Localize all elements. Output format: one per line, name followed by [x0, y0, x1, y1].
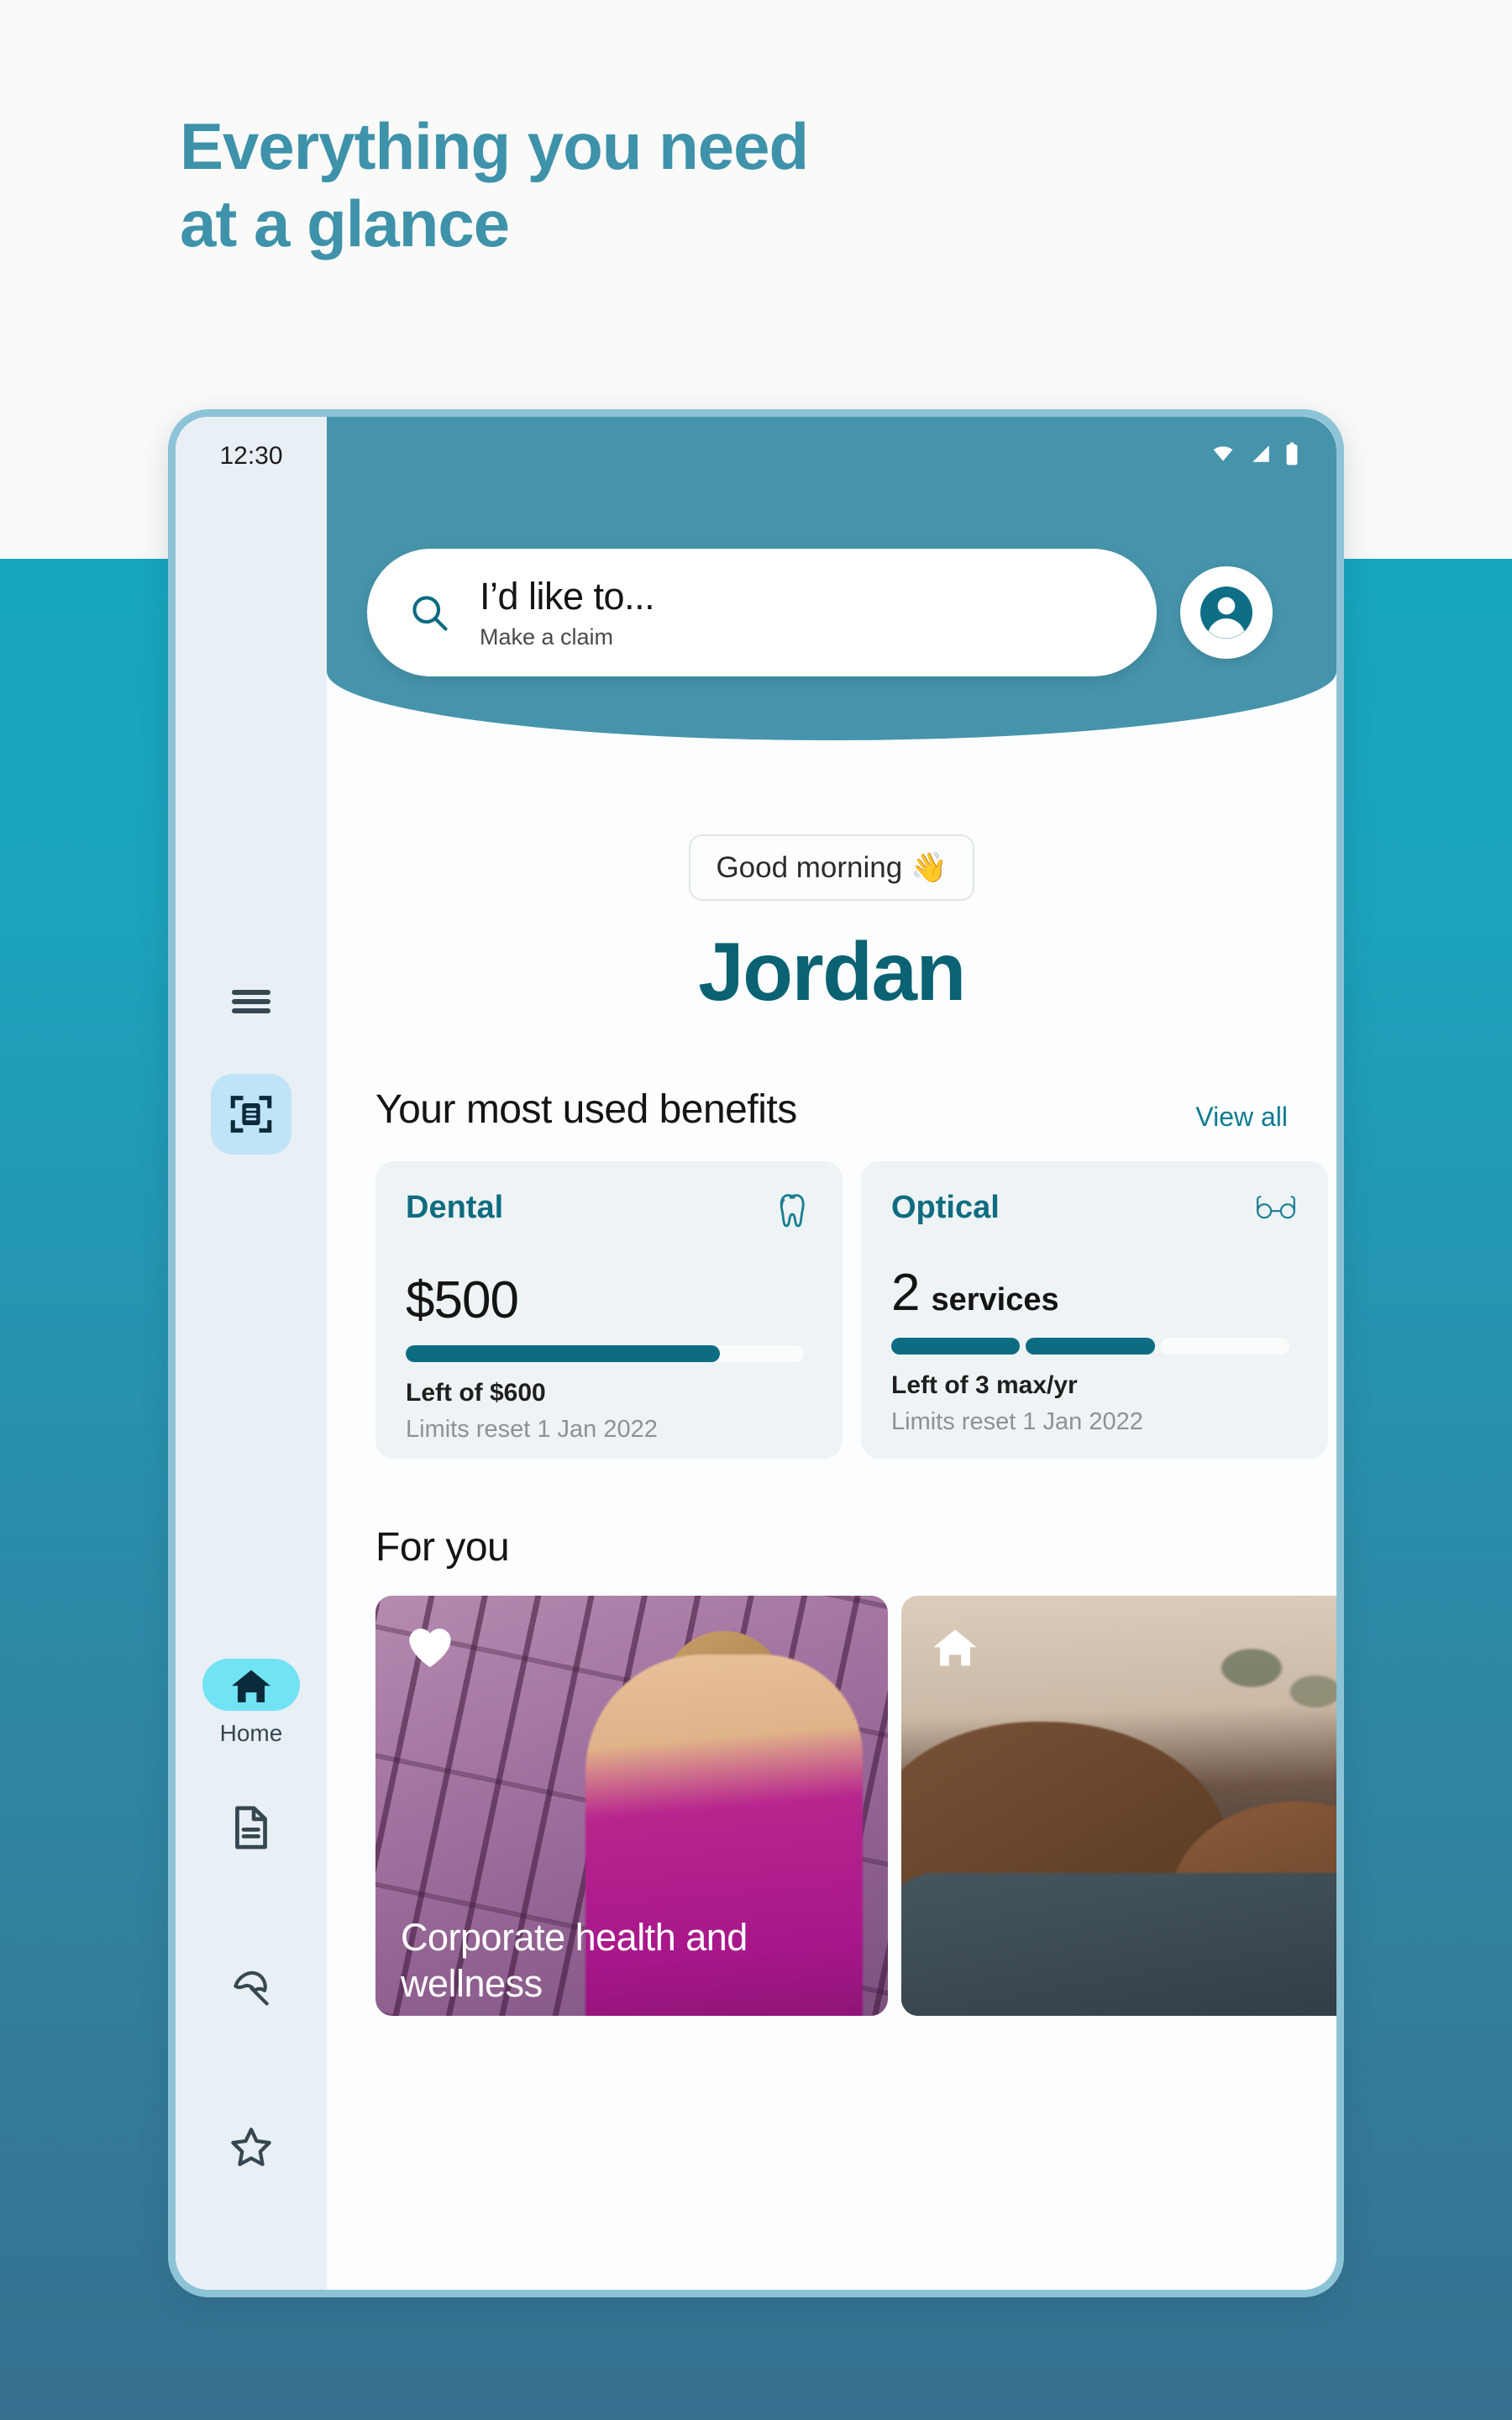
sidebar-item-leave[interactable]: [188, 1961, 314, 2023]
star-icon: [231, 2128, 271, 2166]
greeting-area: Good morning 👋: [327, 740, 1336, 901]
glasses-icon: [1257, 1196, 1295, 1219]
benefit-progress-fill: [406, 1345, 721, 1362]
benefit-card-reset-text: Limits reset 1 Jan 2022: [406, 1416, 658, 1443]
user-name: Jordan: [698, 925, 966, 1018]
gesture-home-indicator[interactable]: [680, 2267, 832, 2275]
tooth-icon: [780, 1194, 805, 1228]
for-you-section-title: For you: [375, 1525, 510, 1570]
sidebar-item-home-pill: [202, 1659, 300, 1711]
sidebar-item-home[interactable]: Home: [188, 1659, 314, 1747]
search-input-value: I’d like to...: [480, 575, 655, 618]
promo-headline-line-1: Everything you need: [180, 109, 809, 183]
battery-icon: [1286, 442, 1298, 466]
benefit-card-title: Dental: [406, 1190, 504, 1225]
greeting-pill: Good morning 👋: [689, 834, 974, 901]
phone-screen: I’d like to... Make a claim Good morning…: [176, 417, 1336, 2290]
benefit-card-left-text: Left of $600: [406, 1379, 546, 1407]
photo-detail-foliage: [1204, 1621, 1336, 1739]
benefit-card-reset-text: Limits reset 1 Jan 2022: [891, 1408, 1143, 1435]
benefit-card-title: Optical: [891, 1190, 1000, 1225]
promo-headline-line-2: at a glance: [180, 187, 510, 261]
sidebar-item-favourites[interactable]: [188, 2121, 314, 2182]
scan-document-icon: [230, 1096, 272, 1133]
sidebar-item-leave-pill: [202, 1961, 300, 2013]
scan-document-button[interactable]: [211, 1074, 291, 1155]
for-you-card-family[interactable]: [901, 1596, 1336, 2016]
search-suggestion: Make a claim: [480, 624, 614, 650]
heart-icon: [409, 1628, 451, 1668]
beach-umbrella-icon: [234, 1970, 269, 2006]
benefits-section-header: Your most used benefits View all: [327, 1086, 1336, 1133]
benefit-progress-segment: [1160, 1338, 1289, 1355]
benefit-progress-segment: [1026, 1338, 1155, 1355]
home-icon: [232, 1670, 270, 1702]
main-content: Good morning 👋 Jordan Your most used ben…: [327, 740, 1336, 2290]
sidebar-item-home-label: Home: [219, 1720, 283, 1746]
home-badge[interactable]: [932, 1624, 979, 1672]
hamburger-menu-button[interactable]: [211, 961, 291, 1042]
document-icon: [235, 1806, 267, 1849]
cell-signal-icon: [1252, 445, 1269, 462]
benefit-progress-segments: [891, 1338, 1289, 1355]
for-you-card-wellness[interactable]: Corporate health and wellness: [375, 1596, 888, 2016]
benefit-progress-bar: [406, 1345, 804, 1362]
benefits-card-carousel[interactable]: Dental $500 Left of $600 Limits reset 1 …: [327, 1161, 1336, 1459]
benefit-card-amount: $500: [406, 1271, 519, 1329]
photo-detail-shirt: [901, 1873, 1336, 2016]
status-bar-icons: [1209, 442, 1299, 466]
benefit-card-unit: services: [931, 1282, 1059, 1318]
sidebar-item-documents-pill: [202, 1802, 300, 1854]
favourite-badge[interactable]: [406, 1624, 454, 1674]
for-you-card-caption: Corporate health and wellness: [401, 1916, 748, 2006]
wifi-icon: [1213, 446, 1233, 461]
hamburger-menu-icon: [232, 986, 270, 1018]
account-avatar-button[interactable]: [1180, 566, 1273, 659]
account-circle-icon: [1200, 587, 1252, 639]
sidebar-item-documents[interactable]: [188, 1802, 314, 1863]
benefit-card-dental[interactable]: Dental $500 Left of $600 Limits reset 1 …: [375, 1161, 843, 1459]
benefits-section-title: Your most used benefits: [375, 1087, 797, 1132]
benefits-view-all-link[interactable]: View all: [1195, 1102, 1288, 1133]
status-bar-time: 12:30: [219, 442, 283, 470]
promo-headline: Everything you need at a glance: [180, 108, 1104, 262]
home-icon: [933, 1629, 977, 1666]
for-you-card-carousel[interactable]: Corporate health and wellness: [327, 1596, 1336, 2016]
search-input[interactable]: I’d like to... Make a claim: [367, 549, 1157, 676]
search-icon: [412, 596, 448, 631]
benefit-card-amount: 2: [891, 1264, 920, 1322]
search-area: I’d like to... Make a claim: [367, 549, 1273, 676]
benefit-card-left-text: Left of 3 max/yr: [891, 1371, 1078, 1399]
benefit-progress-segment: [891, 1338, 1021, 1355]
sidebar-item-favourites-pill: [202, 2121, 300, 2173]
side-navigation-rail: 12:30 Home: [176, 417, 327, 2290]
phone-device-frame: I’d like to... Make a claim Good morning…: [168, 409, 1344, 2297]
benefit-card-optical[interactable]: Optical 2 services Left of 3 max/yr Limi…: [861, 1161, 1328, 1459]
